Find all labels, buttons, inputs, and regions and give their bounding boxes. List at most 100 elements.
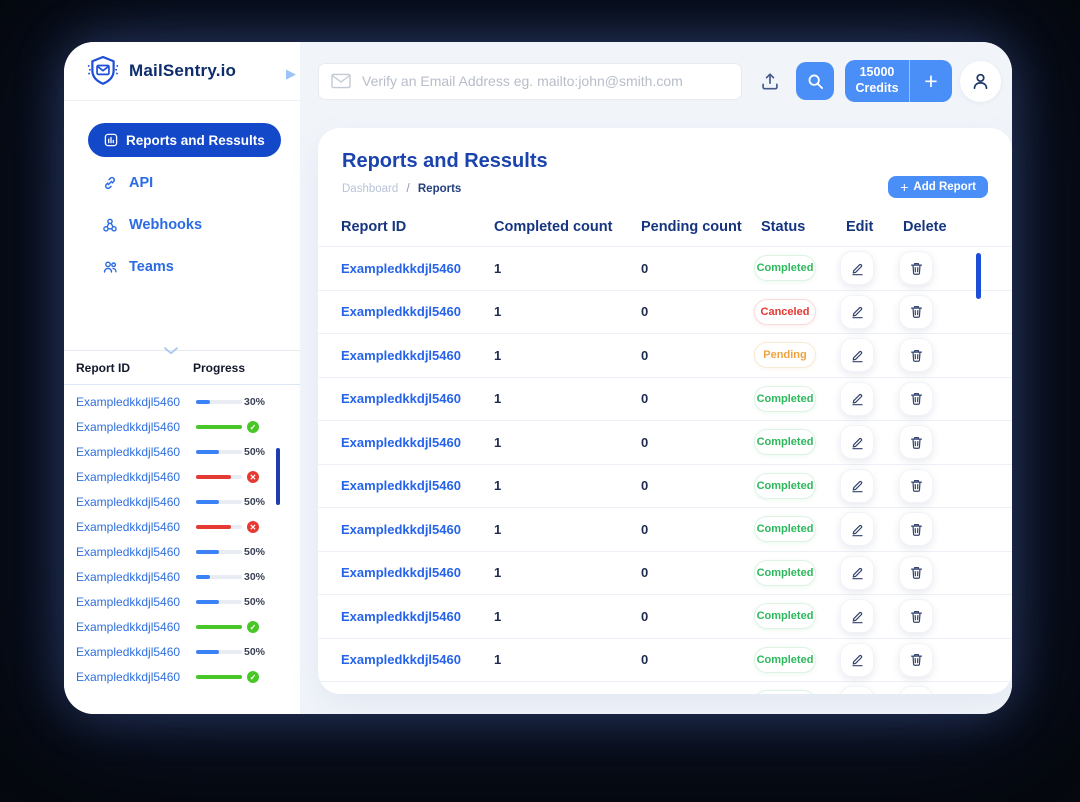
delete-button[interactable] xyxy=(899,251,933,285)
breadcrumb-current: Reports xyxy=(418,183,461,195)
sidebar-report-row[interactable]: Exampledkkdjl5460 30% xyxy=(64,565,300,590)
pending-count-cell: 0 xyxy=(641,478,761,493)
edit-button[interactable] xyxy=(840,251,874,285)
progress-bar-fill xyxy=(196,425,242,429)
completed-count-cell: 1 xyxy=(494,565,641,580)
pending-count-cell: 0 xyxy=(641,652,761,667)
pencil-icon xyxy=(850,304,865,319)
edit-button[interactable] xyxy=(840,686,874,694)
trash-icon xyxy=(909,478,924,493)
check-circle-icon: ✓ xyxy=(247,421,259,433)
delete-button[interactable] xyxy=(899,338,933,372)
app-window: MailSentry.io ▶ Reports and Ressults xyxy=(64,42,1012,714)
edit-button[interactable] xyxy=(840,643,874,677)
breadcrumb-dashboard-link[interactable]: Dashboard xyxy=(342,183,398,195)
main-area: Verify an Email Address eg. mailto:john@… xyxy=(300,42,1012,714)
sidebar-scrollbar-thumb[interactable] xyxy=(276,448,280,505)
delete-button[interactable] xyxy=(899,643,933,677)
plus-icon: + xyxy=(900,179,908,195)
sidebar-report-row[interactable]: Exampledkkdjl5460 ✓ xyxy=(64,665,300,690)
edit-button[interactable] xyxy=(840,295,874,329)
search-button[interactable] xyxy=(796,62,834,100)
delete-button[interactable] xyxy=(899,686,933,694)
progress-bar-track xyxy=(196,475,242,479)
delete-button[interactable] xyxy=(899,512,933,546)
email-verify-input[interactable]: Verify an Email Address eg. mailto:john@… xyxy=(318,63,742,100)
sidebar-report-row[interactable]: Exampledkkdjl5460 50% xyxy=(64,490,300,515)
sidebar-report-row[interactable]: Exampledkkdjl5460 50% xyxy=(64,540,300,565)
sidebar-nav: Reports and Ressults API xyxy=(64,101,300,277)
sidebar-item-reports[interactable]: Reports and Ressults xyxy=(88,123,281,157)
upload-button[interactable] xyxy=(756,67,784,95)
table-row: Exampledkkdjl5460 1 0 Completed xyxy=(318,552,1012,596)
sidebar-collapse-chevron-right-icon[interactable]: ▶ xyxy=(286,66,296,82)
pencil-icon xyxy=(850,391,865,406)
progress-bar-fill xyxy=(196,550,219,554)
sidebar-item-webhooks[interactable]: Webhooks xyxy=(88,215,284,235)
status-cell: Completed xyxy=(761,690,846,694)
table-row: Exampledkkdjl5460 1 0 Completed xyxy=(318,465,1012,509)
add-report-label: Add Report xyxy=(913,181,976,193)
breadcrumb-separator: / xyxy=(406,183,409,195)
pencil-icon xyxy=(850,609,865,624)
progress-bar-track xyxy=(196,400,242,404)
sidebar-report-row[interactable]: Exampledkkdjl5460 ✓ xyxy=(64,415,300,440)
edit-button[interactable] xyxy=(840,338,874,372)
edit-button[interactable] xyxy=(840,556,874,590)
sidebar-report-row[interactable]: Exampledkkdjl5460 ✕ xyxy=(64,465,300,490)
report-id-cell: Exampledkkdjl5460 xyxy=(341,652,494,667)
sidebar-item-api[interactable]: API xyxy=(88,173,284,193)
status-cell: Completed xyxy=(761,603,846,629)
status-badge: Canceled xyxy=(754,299,816,325)
status-badge: Completed xyxy=(754,560,816,586)
status-cell: Pending xyxy=(761,342,846,368)
status-badge: Completed xyxy=(754,690,816,694)
progress-bar-fill xyxy=(196,675,242,679)
column-header: Pending count xyxy=(641,219,761,235)
edit-button[interactable] xyxy=(840,425,874,459)
completed-count-cell: 1 xyxy=(494,304,641,319)
sidebar-report-row[interactable]: Exampledkkdjl5460 ✓ xyxy=(64,615,300,640)
search-icon xyxy=(807,73,824,90)
sidebar-report-id: Exampledkkdjl5460 xyxy=(76,670,180,684)
pending-count-cell: 0 xyxy=(641,261,761,276)
credits-button[interactable]: 15000 Credits + xyxy=(845,60,952,102)
logo-row: MailSentry.io ▶ xyxy=(64,42,300,101)
table-scrollbar-thumb[interactable] xyxy=(976,253,981,299)
sidebar-report-row[interactable]: Exampledkkdjl5460 ✕ xyxy=(64,515,300,540)
edit-button[interactable] xyxy=(840,382,874,416)
delete-button[interactable] xyxy=(899,556,933,590)
sidebar-report-row[interactable]: Exampledkkdjl5460 50% xyxy=(64,640,300,665)
link-icon xyxy=(102,175,118,191)
pending-count-cell: 0 xyxy=(641,609,761,624)
user-profile-button[interactable] xyxy=(960,61,1001,102)
edit-cell xyxy=(846,382,903,416)
person-icon xyxy=(970,71,991,92)
reports-card: Reports and Ressults Dashboard / Reports… xyxy=(318,128,1012,694)
sidebar-report-row[interactable]: Exampledkkdjl5460 30% xyxy=(64,390,300,415)
delete-button[interactable] xyxy=(899,469,933,503)
pencil-icon xyxy=(850,522,865,537)
delete-button[interactable] xyxy=(899,599,933,633)
check-circle-icon: ✓ xyxy=(247,671,259,683)
progress-bar-track xyxy=(196,650,242,654)
pending-count-cell: 0 xyxy=(641,348,761,363)
sidebar-item-teams[interactable]: Teams xyxy=(88,257,284,277)
sidebar-item-label: Webhooks xyxy=(129,217,202,233)
delete-button[interactable] xyxy=(899,425,933,459)
sidebar-report-row[interactable]: Exampledkkdjl5460 50% xyxy=(64,590,300,615)
completed-count-cell: 1 xyxy=(494,478,641,493)
progress-value: 50% xyxy=(244,546,265,558)
edit-button[interactable] xyxy=(840,469,874,503)
add-report-button[interactable]: + Add Report xyxy=(888,176,988,198)
mailsentry-shield-logo-icon xyxy=(86,54,120,88)
sidebar-report-row[interactable]: Exampledkkdjl5460 50% xyxy=(64,440,300,465)
progress-value: 50% xyxy=(244,646,265,658)
delete-button[interactable] xyxy=(899,382,933,416)
delete-cell xyxy=(903,382,1012,416)
delete-button[interactable] xyxy=(899,295,933,329)
edit-button[interactable] xyxy=(840,512,874,546)
trash-icon xyxy=(909,609,924,624)
status-badge: Completed xyxy=(754,473,816,499)
edit-button[interactable] xyxy=(840,599,874,633)
